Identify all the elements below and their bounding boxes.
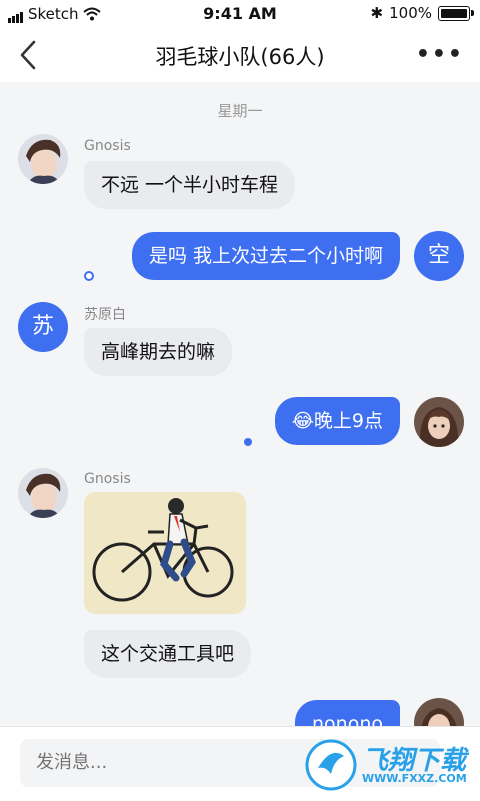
nav-bar: 羽毛球小队(66人) ••• xyxy=(0,28,480,82)
status-bar: Sketch 9:41 AM ✱ 100% xyxy=(0,0,480,28)
sender-name: Gnosis xyxy=(84,471,131,487)
message-bubble-outgoing[interactable]: 😂晚上9点 xyxy=(274,397,400,445)
date-divider: 星期一 xyxy=(217,102,263,120)
sender-name: Gnosis xyxy=(84,138,131,154)
avatar-su[interactable]: 苏 xyxy=(18,302,68,352)
bicycle-picture-icon xyxy=(84,492,246,614)
battery-percent: 100% xyxy=(389,4,432,22)
brand-logo-icon xyxy=(305,739,357,791)
boy-avatar-icon xyxy=(18,134,68,184)
message-bubble[interactable]: 高峰期去的嘛 xyxy=(84,328,233,376)
image-message[interactable] xyxy=(84,492,246,614)
watermark-logo: 飞翔下载 WWW.FXXZ.COM xyxy=(304,738,474,794)
unread-indicator xyxy=(84,271,94,281)
message-bubble-outgoing[interactable]: 是吗 我上次过去二个小时啊 xyxy=(131,232,400,280)
battery-icon xyxy=(438,5,474,21)
girl-avatar-icon xyxy=(414,397,464,447)
message-bubble[interactable]: 这个交通工具吧 xyxy=(84,630,252,678)
sent-indicator xyxy=(244,438,252,446)
avatar-self-picture[interactable] xyxy=(414,397,464,447)
boy-avatar-icon xyxy=(18,468,68,518)
more-options-button[interactable]: ••• xyxy=(416,42,464,67)
avatar-gnosis[interactable] xyxy=(18,468,68,518)
bluetooth-icon: ✱ xyxy=(370,4,384,22)
message-bubble[interactable]: 不远 一个半小时车程 xyxy=(84,161,296,209)
avatar-gnosis[interactable] xyxy=(18,134,68,184)
sender-name: 苏原白 xyxy=(84,307,126,323)
status-right: ✱ 100% xyxy=(370,4,474,22)
watermark-url: WWW.FXXZ.COM xyxy=(362,772,467,785)
page-title: 羽毛球小队(66人) xyxy=(155,45,325,69)
avatar-self[interactable]: 空 xyxy=(414,231,464,281)
